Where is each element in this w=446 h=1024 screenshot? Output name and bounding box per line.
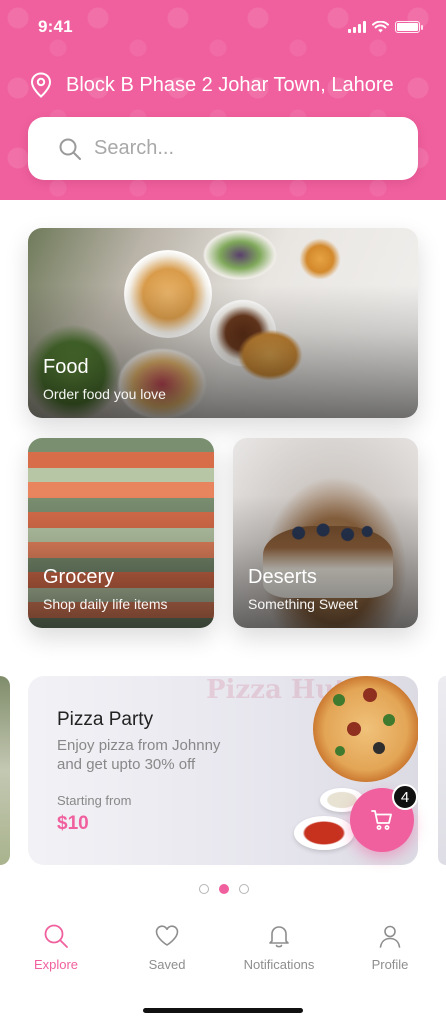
page-dot[interactable] xyxy=(239,884,249,894)
cellular-signal-icon xyxy=(348,21,366,33)
page-dot[interactable] xyxy=(199,884,209,894)
carousel-next-peek[interactable] xyxy=(438,676,446,865)
promo-starting-label: Starting from xyxy=(57,793,132,808)
page-dot-active[interactable] xyxy=(219,884,229,894)
header: 9:41 Block B Phase 2 Johar Town, Lahore … xyxy=(0,0,446,200)
search-placeholder: Search... xyxy=(94,137,175,159)
heart-icon xyxy=(155,925,179,946)
promo-title: Pizza Party xyxy=(57,709,154,730)
search-input[interactable]: Search... xyxy=(28,117,418,180)
location-selector[interactable]: Block B Phase 2 Johar Town, Lahore xyxy=(30,68,394,102)
location-pin-icon xyxy=(30,72,52,98)
bell-icon xyxy=(269,926,289,948)
card-subtitle: Shop daily life items xyxy=(43,596,168,612)
tab-label: Explore xyxy=(33,957,79,972)
tab-saved[interactable]: Saved xyxy=(117,923,217,972)
location-text: Block B Phase 2 Johar Town, Lahore xyxy=(66,73,394,96)
promo-price: $10 xyxy=(57,813,89,834)
category-card-grocery[interactable]: Grocery Shop daily life items xyxy=(28,438,214,628)
home-indicator[interactable] xyxy=(143,1008,303,1013)
category-card-deserts[interactable]: Deserts Something Sweet xyxy=(233,438,418,628)
wifi-icon xyxy=(372,21,389,33)
carousel-prev-peek[interactable] xyxy=(0,676,10,865)
battery-icon xyxy=(395,21,423,33)
carousel-pagination xyxy=(199,884,249,894)
tab-label: Notifications xyxy=(243,957,315,972)
card-title: Food xyxy=(43,356,89,378)
tab-explore[interactable]: Explore xyxy=(6,923,106,972)
tab-profile[interactable]: Profile xyxy=(340,923,440,972)
pizza-image xyxy=(313,676,418,782)
tab-notifications[interactable]: Notifications xyxy=(229,923,329,972)
cart-icon xyxy=(371,810,392,830)
promo-description: Enjoy pizza from Johnny and get upto 30%… xyxy=(57,737,221,773)
card-subtitle: Something Sweet xyxy=(248,596,358,612)
tab-label: Saved xyxy=(148,957,186,972)
status-bar: 9:41 xyxy=(0,0,446,54)
search-icon xyxy=(44,924,68,948)
user-icon xyxy=(379,925,401,948)
card-title: Deserts xyxy=(248,566,317,588)
status-icons xyxy=(348,21,423,33)
card-title: Grocery xyxy=(43,566,115,588)
tab-label: Profile xyxy=(371,957,409,972)
cart-count-badge: 4 xyxy=(392,784,418,810)
status-time: 9:41 xyxy=(38,17,73,36)
category-card-food[interactable]: Food Order food you love xyxy=(28,228,418,418)
card-subtitle: Order food you love xyxy=(43,386,166,402)
sauce-dish xyxy=(294,816,354,850)
search-icon xyxy=(59,138,81,160)
